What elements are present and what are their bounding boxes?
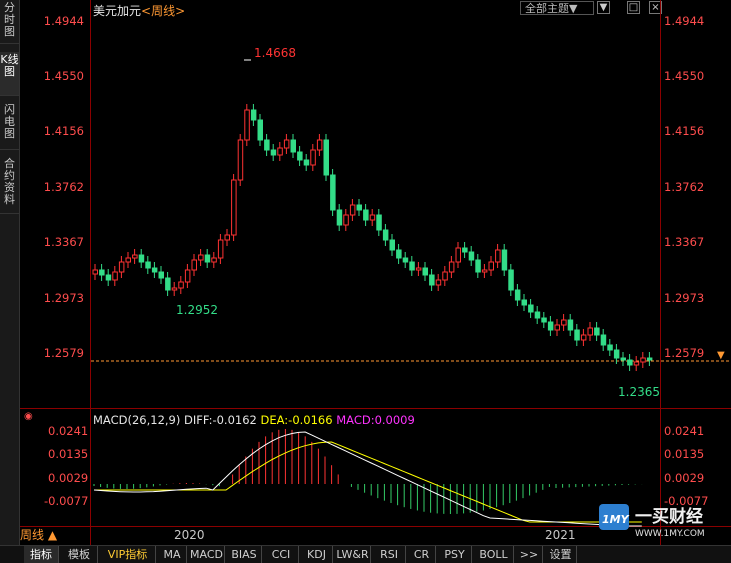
- macd-chart: [93, 429, 643, 527]
- tab-more[interactable]: >>: [516, 546, 543, 563]
- watermark-icon-text: 1MY: [602, 513, 630, 526]
- tab-kdj[interactable]: KDJ: [301, 546, 333, 563]
- watermark-name: 一买财经: [635, 506, 703, 527]
- tab-bias[interactable]: BIAS: [227, 546, 262, 563]
- tab-cr[interactable]: CR: [408, 546, 436, 563]
- tab-rsi[interactable]: RSI: [373, 546, 406, 563]
- macd-bars: [93, 429, 643, 514]
- tab-templates[interactable]: 模板: [61, 546, 98, 563]
- tab-ma[interactable]: MA: [158, 546, 187, 563]
- year-label: 2020: [174, 528, 205, 542]
- tab-indicators[interactable]: 指标: [24, 546, 59, 563]
- period-toggle-button[interactable]: 周线 ▲: [20, 528, 88, 543]
- tab-lwr[interactable]: LW&R: [335, 546, 371, 563]
- tab-settings[interactable]: 设置: [545, 546, 577, 563]
- tab-boll[interactable]: BOLL: [474, 546, 514, 563]
- watermark-logo: 1MY 一买财经 WWW.1MY.COM: [597, 500, 725, 542]
- year-label: 2021: [545, 528, 576, 542]
- tab-psy[interactable]: PSY: [438, 546, 472, 563]
- tab-cci[interactable]: CCI: [264, 546, 299, 563]
- watermark-url: WWW.1MY.COM: [635, 529, 705, 539]
- indicator-tab-bar: 指标 模板 VIP指标 MA MACD BIAS CCI KDJ LW&R RS…: [0, 545, 731, 563]
- tab-vip-indicators[interactable]: VIP指标: [100, 546, 156, 563]
- tab-macd[interactable]: MACD: [189, 546, 225, 563]
- diff-line: [93, 431, 642, 527]
- dea-line: [94, 441, 642, 523]
